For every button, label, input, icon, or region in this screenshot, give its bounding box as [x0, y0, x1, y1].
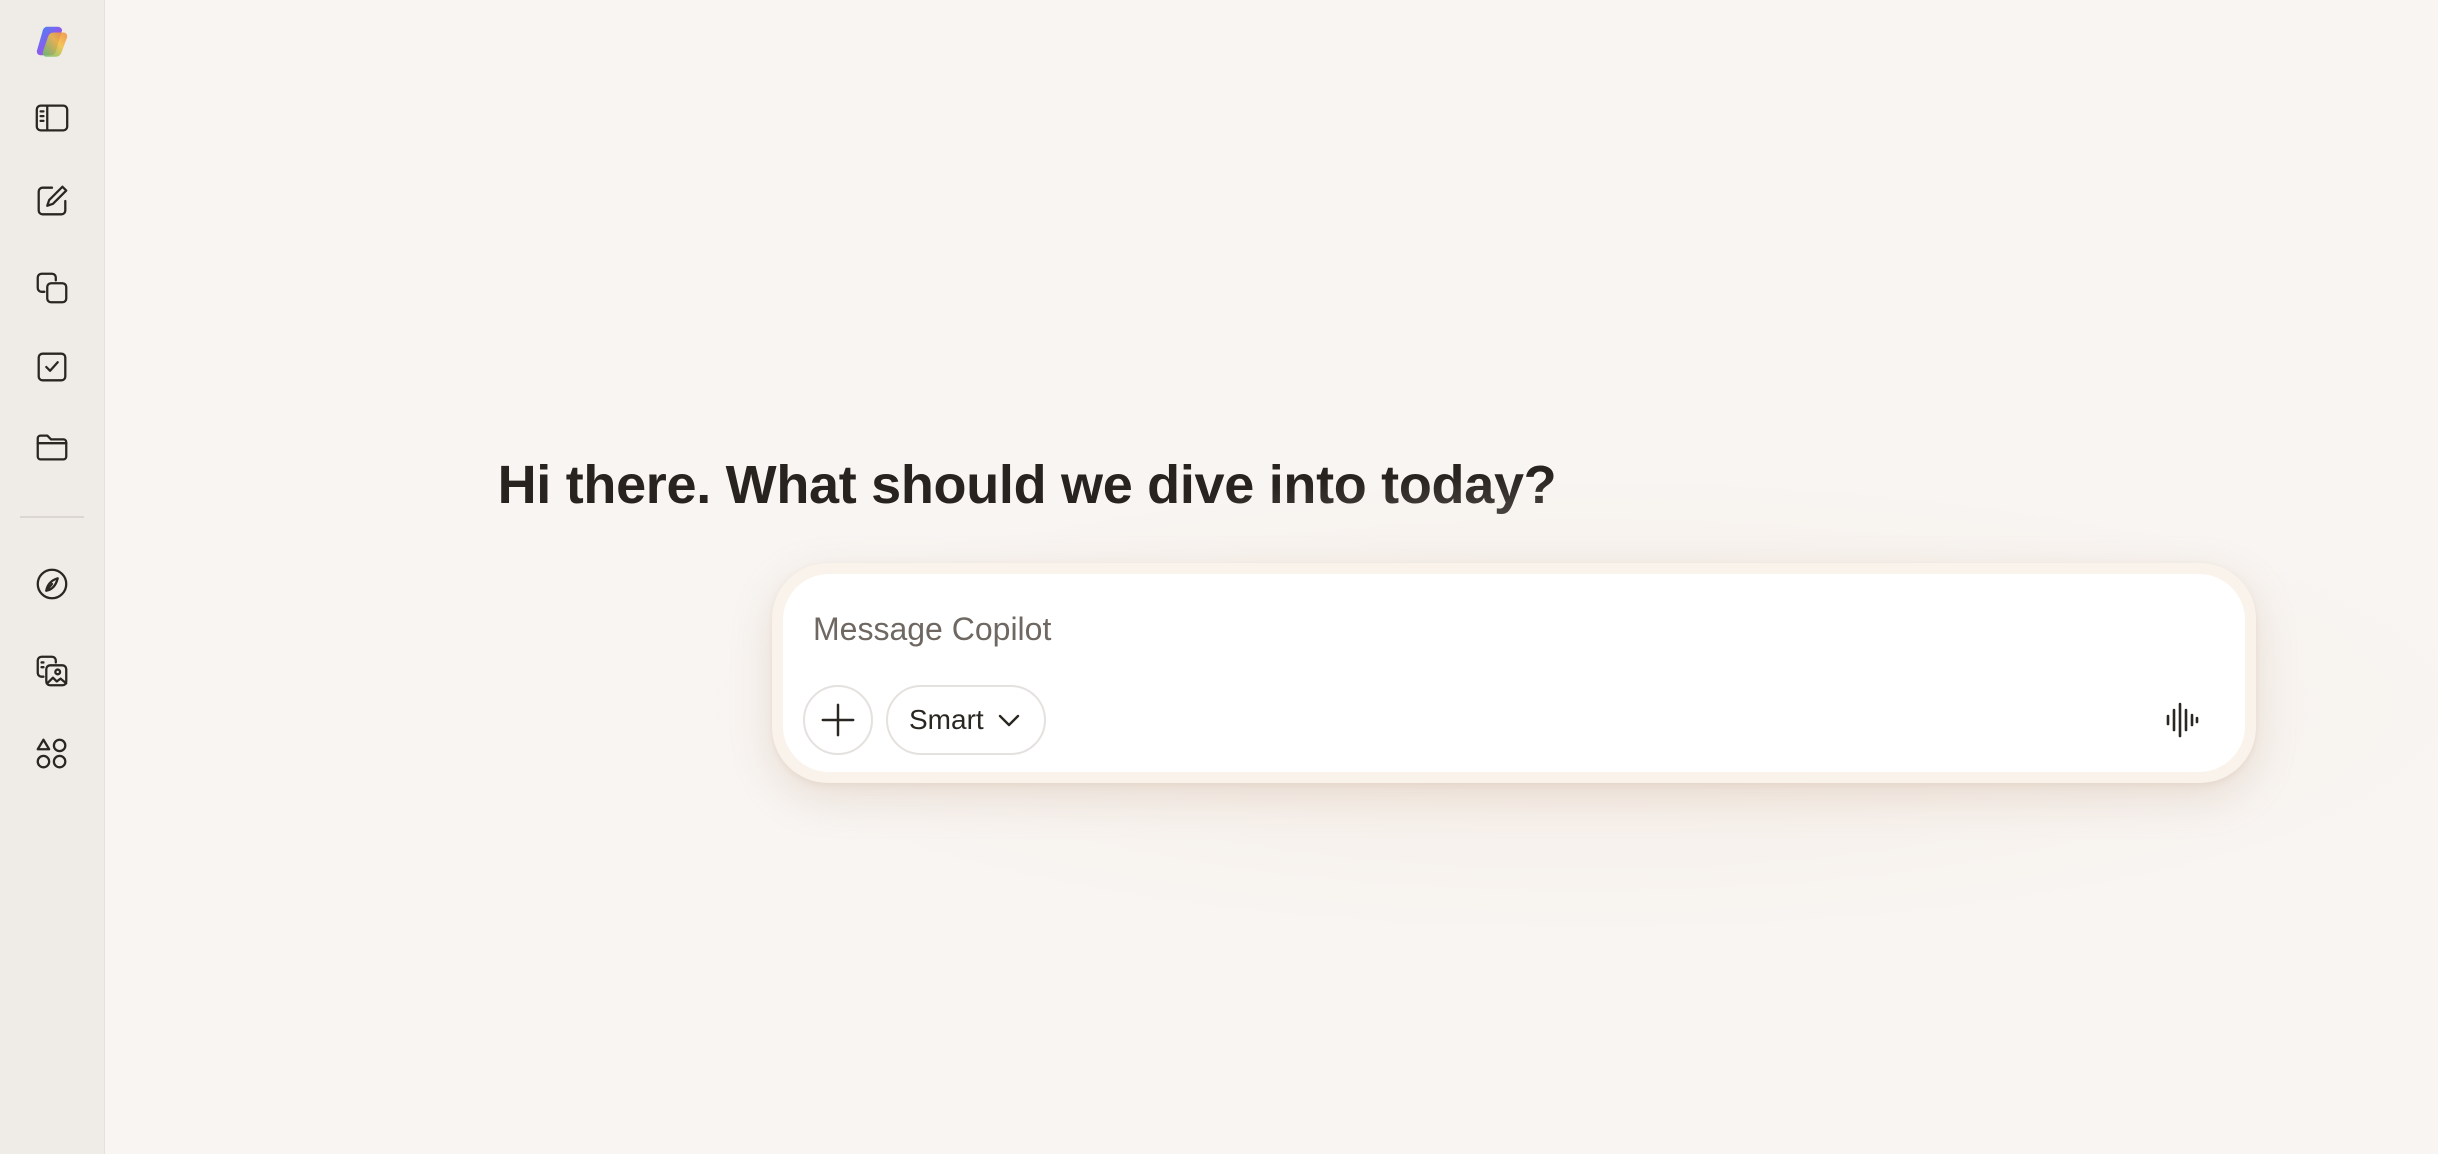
imagine-icon	[36, 655, 68, 687]
discover-icon	[36, 568, 68, 600]
copilot-home-button[interactable]	[22, 12, 82, 72]
composer-frame: Smart	[772, 563, 2256, 783]
copilot-app: Hi there. What should we dive into today…	[0, 0, 2438, 1154]
mode-selector[interactable]: Smart	[886, 685, 1046, 755]
voice-button[interactable]	[2147, 685, 2217, 755]
tasks-button[interactable]	[22, 337, 82, 397]
plus-icon	[821, 703, 855, 737]
voice-waveform-icon	[2166, 702, 2199, 738]
pages-icon	[36, 272, 68, 304]
chevron-down-icon	[998, 714, 1019, 727]
sidebar-toggle-button[interactable]	[22, 88, 82, 148]
copilot-logo-icon	[36, 26, 68, 57]
apps-button[interactable]	[22, 724, 82, 784]
new-chat-icon	[37, 185, 68, 216]
main-area: Hi there. What should we dive into today…	[105, 0, 2438, 1154]
imagine-button[interactable]	[22, 641, 82, 701]
sidebar-divider	[20, 516, 84, 518]
sidebar-toggle-icon	[35, 104, 69, 132]
sidebar	[0, 0, 105, 1154]
apps-icon	[36, 738, 67, 769]
tasks-icon	[37, 352, 67, 382]
pages-button[interactable]	[22, 258, 82, 318]
composer: Smart	[783, 574, 2245, 772]
new-chat-button[interactable]	[22, 171, 82, 231]
mode-label: Smart	[909, 704, 984, 735]
message-input[interactable]	[811, 598, 2195, 660]
attach-button[interactable]	[803, 685, 873, 755]
discover-button[interactable]	[22, 554, 82, 614]
